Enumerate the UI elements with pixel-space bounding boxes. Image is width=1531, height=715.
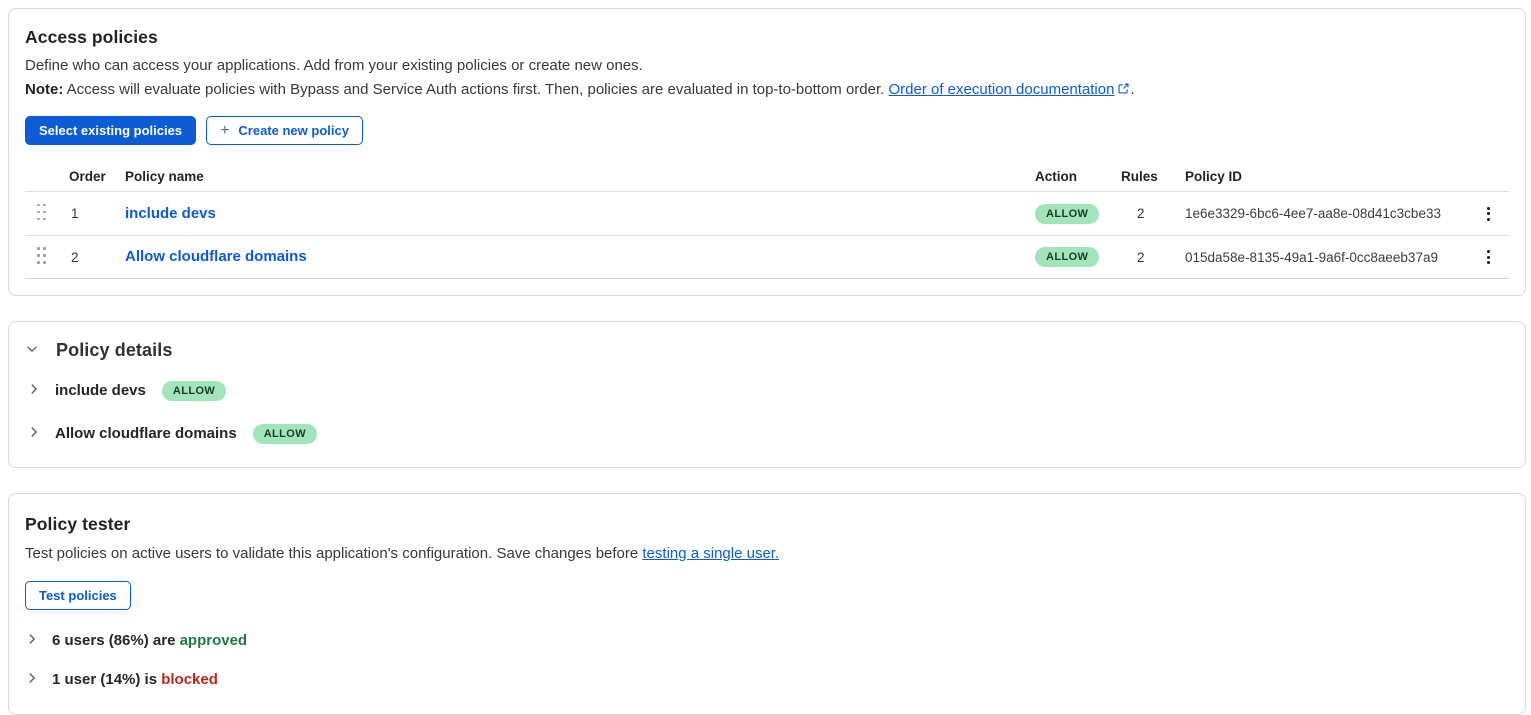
- note-label: Note:: [25, 81, 63, 98]
- blocked-status: blocked: [161, 671, 218, 688]
- policy-details-card: Policy details include devs ALLOW Allow …: [8, 321, 1526, 468]
- table-row: 2 Allow cloudflare domains ALLOW 2 015da…: [25, 235, 1509, 279]
- policy-detail-item[interactable]: include devs ALLOW: [25, 377, 226, 404]
- page: Access policies Define who can access yo…: [0, 0, 1531, 715]
- table-row: 1 include devs ALLOW 2 1e6e3329-6bc6-4ee…: [25, 191, 1509, 235]
- policy-name-link[interactable]: include devs: [125, 205, 216, 222]
- policy-detail-name: include devs: [55, 382, 146, 399]
- drag-handle-icon[interactable]: [37, 247, 51, 267]
- row-rules: 2: [1121, 250, 1185, 265]
- testing-single-user-link[interactable]: testing a single user.: [642, 545, 779, 562]
- chevron-right-icon: [27, 425, 41, 442]
- row-order: 1: [69, 206, 125, 221]
- row-rules: 2: [1121, 206, 1185, 221]
- policy-details-toggle[interactable]: Policy details: [25, 340, 172, 361]
- tester-result-approved[interactable]: 6 users (86%) are approved: [25, 632, 247, 649]
- tester-result-text: 6 users (86%) are approved: [52, 632, 247, 649]
- chevron-right-icon: [25, 671, 39, 688]
- header-rules: Rules: [1121, 169, 1185, 184]
- access-policies-title: Access policies: [25, 27, 1509, 48]
- create-new-policy-button[interactable]: + Create new policy: [206, 116, 363, 145]
- note-text: Access will evaluate policies with Bypas…: [63, 81, 888, 98]
- row-menu-button[interactable]: [1467, 203, 1509, 225]
- policy-detail-item[interactable]: Allow cloudflare domains ALLOW: [25, 420, 317, 447]
- policy-detail-name: Allow cloudflare domains: [55, 425, 237, 442]
- action-badge: ALLOW: [1035, 204, 1099, 224]
- create-new-policy-label: Create new policy: [238, 123, 349, 138]
- access-policies-description: Define who can access your applications.…: [25, 54, 1509, 78]
- select-existing-policies-button[interactable]: Select existing policies: [25, 116, 196, 145]
- policy-tester-description: Test policies on active users to validat…: [25, 541, 1509, 566]
- approved-status: approved: [180, 632, 248, 649]
- order-of-execution-link[interactable]: Order of execution documentation: [888, 81, 1114, 98]
- chevron-down-icon: [25, 342, 39, 359]
- chevron-right-icon: [25, 632, 39, 649]
- tester-result-blocked[interactable]: 1 user (14%) is blocked: [25, 671, 218, 688]
- row-menu-button[interactable]: [1467, 246, 1509, 268]
- row-order: 2: [69, 250, 125, 265]
- header-policy-id: Policy ID: [1185, 169, 1465, 184]
- test-policies-button[interactable]: Test policies: [25, 581, 131, 610]
- policy-tester-card: Policy tester Test policies on active us…: [8, 493, 1526, 715]
- note-suffix: .: [1130, 81, 1134, 98]
- header-action: Action: [1035, 169, 1121, 184]
- tester-result-text: 1 user (14%) is blocked: [52, 671, 218, 688]
- row-policy-id: 1e6e3329-6bc6-4ee7-aa8e-08d41c3cbe33: [1185, 206, 1465, 221]
- policy-buttons-row: Select existing policies + Create new po…: [25, 116, 1509, 145]
- chevron-right-icon: [27, 382, 41, 399]
- header-policy-name: Policy name: [125, 169, 1035, 184]
- access-policies-card: Access policies Define who can access yo…: [8, 8, 1526, 296]
- header-order: Order: [69, 169, 125, 184]
- policies-table: Order Policy name Action Rules Policy ID…: [25, 161, 1509, 279]
- policy-name-link[interactable]: Allow cloudflare domains: [125, 248, 307, 265]
- row-policy-id: 015da58e-8135-49a1-9a6f-0cc8aeeb37a9: [1185, 250, 1465, 265]
- policy-tester-title: Policy tester: [25, 514, 1509, 535]
- action-badge: ALLOW: [1035, 247, 1099, 267]
- plus-icon: +: [220, 125, 229, 137]
- tester-description-text: Test policies on active users to validat…: [25, 545, 642, 562]
- external-link-icon: [1117, 79, 1130, 103]
- drag-handle-icon[interactable]: [37, 204, 51, 224]
- action-badge: ALLOW: [162, 381, 226, 401]
- policy-details-title: Policy details: [56, 340, 172, 361]
- access-policies-note: Note: Access will evaluate policies with…: [25, 78, 1509, 103]
- action-badge: ALLOW: [253, 424, 317, 444]
- policies-table-header: Order Policy name Action Rules Policy ID: [25, 161, 1509, 191]
